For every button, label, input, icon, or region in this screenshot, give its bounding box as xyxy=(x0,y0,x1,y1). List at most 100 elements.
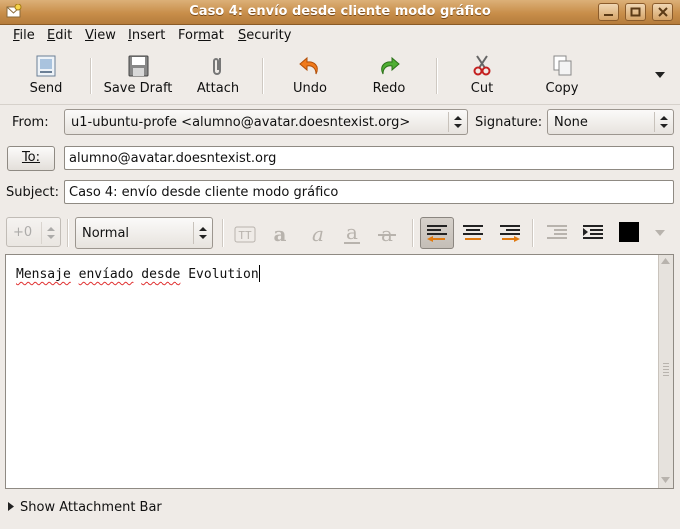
subject-value: Caso 4: envío desde cliente modo gráfico xyxy=(69,185,339,200)
menu-format[interactable]: Format xyxy=(178,28,224,43)
maximize-button[interactable] xyxy=(625,3,646,21)
unindent-icon xyxy=(547,225,567,239)
indent-button[interactable] xyxy=(576,217,610,249)
align-center-button[interactable] xyxy=(456,217,490,249)
align-left-icon xyxy=(427,225,447,242)
paragraph-style-select[interactable]: Normal xyxy=(75,217,213,249)
toolbar-separator xyxy=(222,219,224,247)
subject-label: Subject: xyxy=(6,185,59,200)
spinner-arrows-icon xyxy=(41,222,55,244)
subject-field[interactable]: Caso 4: envío desde cliente modo gráfico xyxy=(64,180,674,204)
editor-scrollbar[interactable] xyxy=(658,255,673,488)
attachment-bar-label: Show Attachment Bar xyxy=(20,500,162,515)
text-caret xyxy=(258,265,260,282)
svg-text:a: a xyxy=(312,222,324,246)
underline-icon: a xyxy=(344,220,360,244)
underline-button[interactable]: a xyxy=(336,217,370,249)
format-toolbar: +0 Normal TT a a a a xyxy=(0,212,680,252)
title-bar[interactable]: Caso 4: envío desde cliente modo gráfico xyxy=(0,0,680,25)
text-color-button[interactable] xyxy=(614,217,648,249)
indent-icon xyxy=(583,225,603,239)
strikethrough-icon: a xyxy=(378,222,396,246)
bold-icon: a xyxy=(274,222,287,246)
align-right-icon xyxy=(500,225,520,242)
typewriter-text-icon: TT xyxy=(234,226,256,243)
minimize-icon xyxy=(604,14,613,16)
body-word: Evolution xyxy=(188,267,259,282)
toolbar-separator xyxy=(67,219,69,247)
unindent-button[interactable] xyxy=(540,217,574,249)
to-value: alumno@avatar.doesntexist.org xyxy=(69,151,277,166)
misspelled-word: envíado xyxy=(78,267,134,282)
align-left-button[interactable] xyxy=(420,217,454,249)
from-label: From: xyxy=(12,115,49,130)
italic-icon: a xyxy=(312,222,324,246)
minimize-button[interactable] xyxy=(598,3,619,21)
select-arrows-icon xyxy=(193,222,207,244)
toolbar-separator xyxy=(90,58,92,94)
menu-file[interactable]: File xyxy=(13,28,35,43)
typewriter-button[interactable]: TT xyxy=(229,217,263,249)
floppy-disk-icon xyxy=(128,55,149,77)
signature-label: Signature: xyxy=(475,115,543,130)
cut-button[interactable]: Cut xyxy=(466,52,498,96)
close-icon xyxy=(658,7,668,17)
attach-button[interactable]: Attach xyxy=(195,52,241,96)
toolbar-separator xyxy=(412,219,414,247)
svg-text:TT: TT xyxy=(238,229,252,242)
font-size-value: +0 xyxy=(13,225,33,240)
italic-button[interactable]: a xyxy=(302,217,336,249)
copy-icon xyxy=(553,55,572,76)
misspelled-word: desde xyxy=(141,267,181,282)
bold-button[interactable]: a xyxy=(264,217,298,249)
paragraph-style-value: Normal xyxy=(82,226,130,241)
main-toolbar: Send Save Draft Attach Undo Redo Cut Cop… xyxy=(0,48,680,105)
menu-security[interactable]: Security xyxy=(238,28,291,43)
save-draft-button[interactable]: Save Draft xyxy=(102,52,174,96)
menu-bar: File Edit View Insert Format Security xyxy=(0,25,680,47)
signature-select[interactable]: None xyxy=(547,109,674,135)
maximize-icon xyxy=(630,7,641,17)
toolbar-separator xyxy=(436,58,438,94)
svg-text:a: a xyxy=(274,222,287,246)
misspelled-word: Mensaje xyxy=(16,267,71,282)
send-icon xyxy=(36,55,56,77)
send-button[interactable]: Send xyxy=(26,52,66,96)
from-account-value: u1-ubuntu-profe <alumno@avatar.doesntexi… xyxy=(71,115,411,130)
text-color-swatch xyxy=(619,222,639,242)
undo-icon xyxy=(299,56,318,75)
redo-button[interactable]: Redo xyxy=(371,52,407,96)
undo-button[interactable]: Undo xyxy=(290,52,330,96)
attachment-bar-toggle[interactable]: Show Attachment Bar xyxy=(8,500,162,515)
copy-button[interactable]: Copy xyxy=(543,52,581,96)
to-button[interactable]: To: xyxy=(7,146,55,171)
color-dropdown-icon[interactable] xyxy=(655,230,665,236)
close-button[interactable] xyxy=(652,3,673,21)
redo-icon xyxy=(381,56,400,75)
svg-text:a: a xyxy=(346,220,358,244)
select-arrows-icon xyxy=(448,112,462,132)
toolbar-separator xyxy=(532,219,534,247)
message-body-text[interactable]: Mensaje envíado desde Evolution xyxy=(16,265,260,282)
strikethrough-button[interactable]: a xyxy=(371,217,405,249)
font-size-spinner[interactable]: +0 xyxy=(6,217,61,247)
menu-edit[interactable]: Edit xyxy=(47,28,72,43)
scroll-up-icon[interactable] xyxy=(661,258,670,264)
paperclip-icon xyxy=(213,58,221,75)
menu-insert[interactable]: Insert xyxy=(128,28,165,43)
message-body-editor[interactable]: Mensaje envíado desde Evolution xyxy=(5,254,674,489)
select-arrows-icon xyxy=(654,112,668,132)
toolbar-separator xyxy=(262,58,264,94)
align-right-button[interactable] xyxy=(492,217,526,249)
window-title: Caso 4: envío desde cliente modo gráfico xyxy=(189,4,491,19)
menu-view[interactable]: View xyxy=(85,28,116,43)
align-center-icon xyxy=(463,225,483,240)
signature-value: None xyxy=(554,115,588,130)
expander-arrow-icon xyxy=(8,502,14,511)
scissors-icon xyxy=(473,55,491,76)
toolbar-overflow-icon[interactable] xyxy=(655,72,665,78)
to-field[interactable]: alumno@avatar.doesntexist.org xyxy=(64,146,674,170)
scroll-grip-icon[interactable] xyxy=(663,363,669,377)
scroll-down-icon[interactable] xyxy=(661,477,670,483)
from-account-select[interactable]: u1-ubuntu-profe <alumno@avatar.doesntexi… xyxy=(64,109,468,135)
